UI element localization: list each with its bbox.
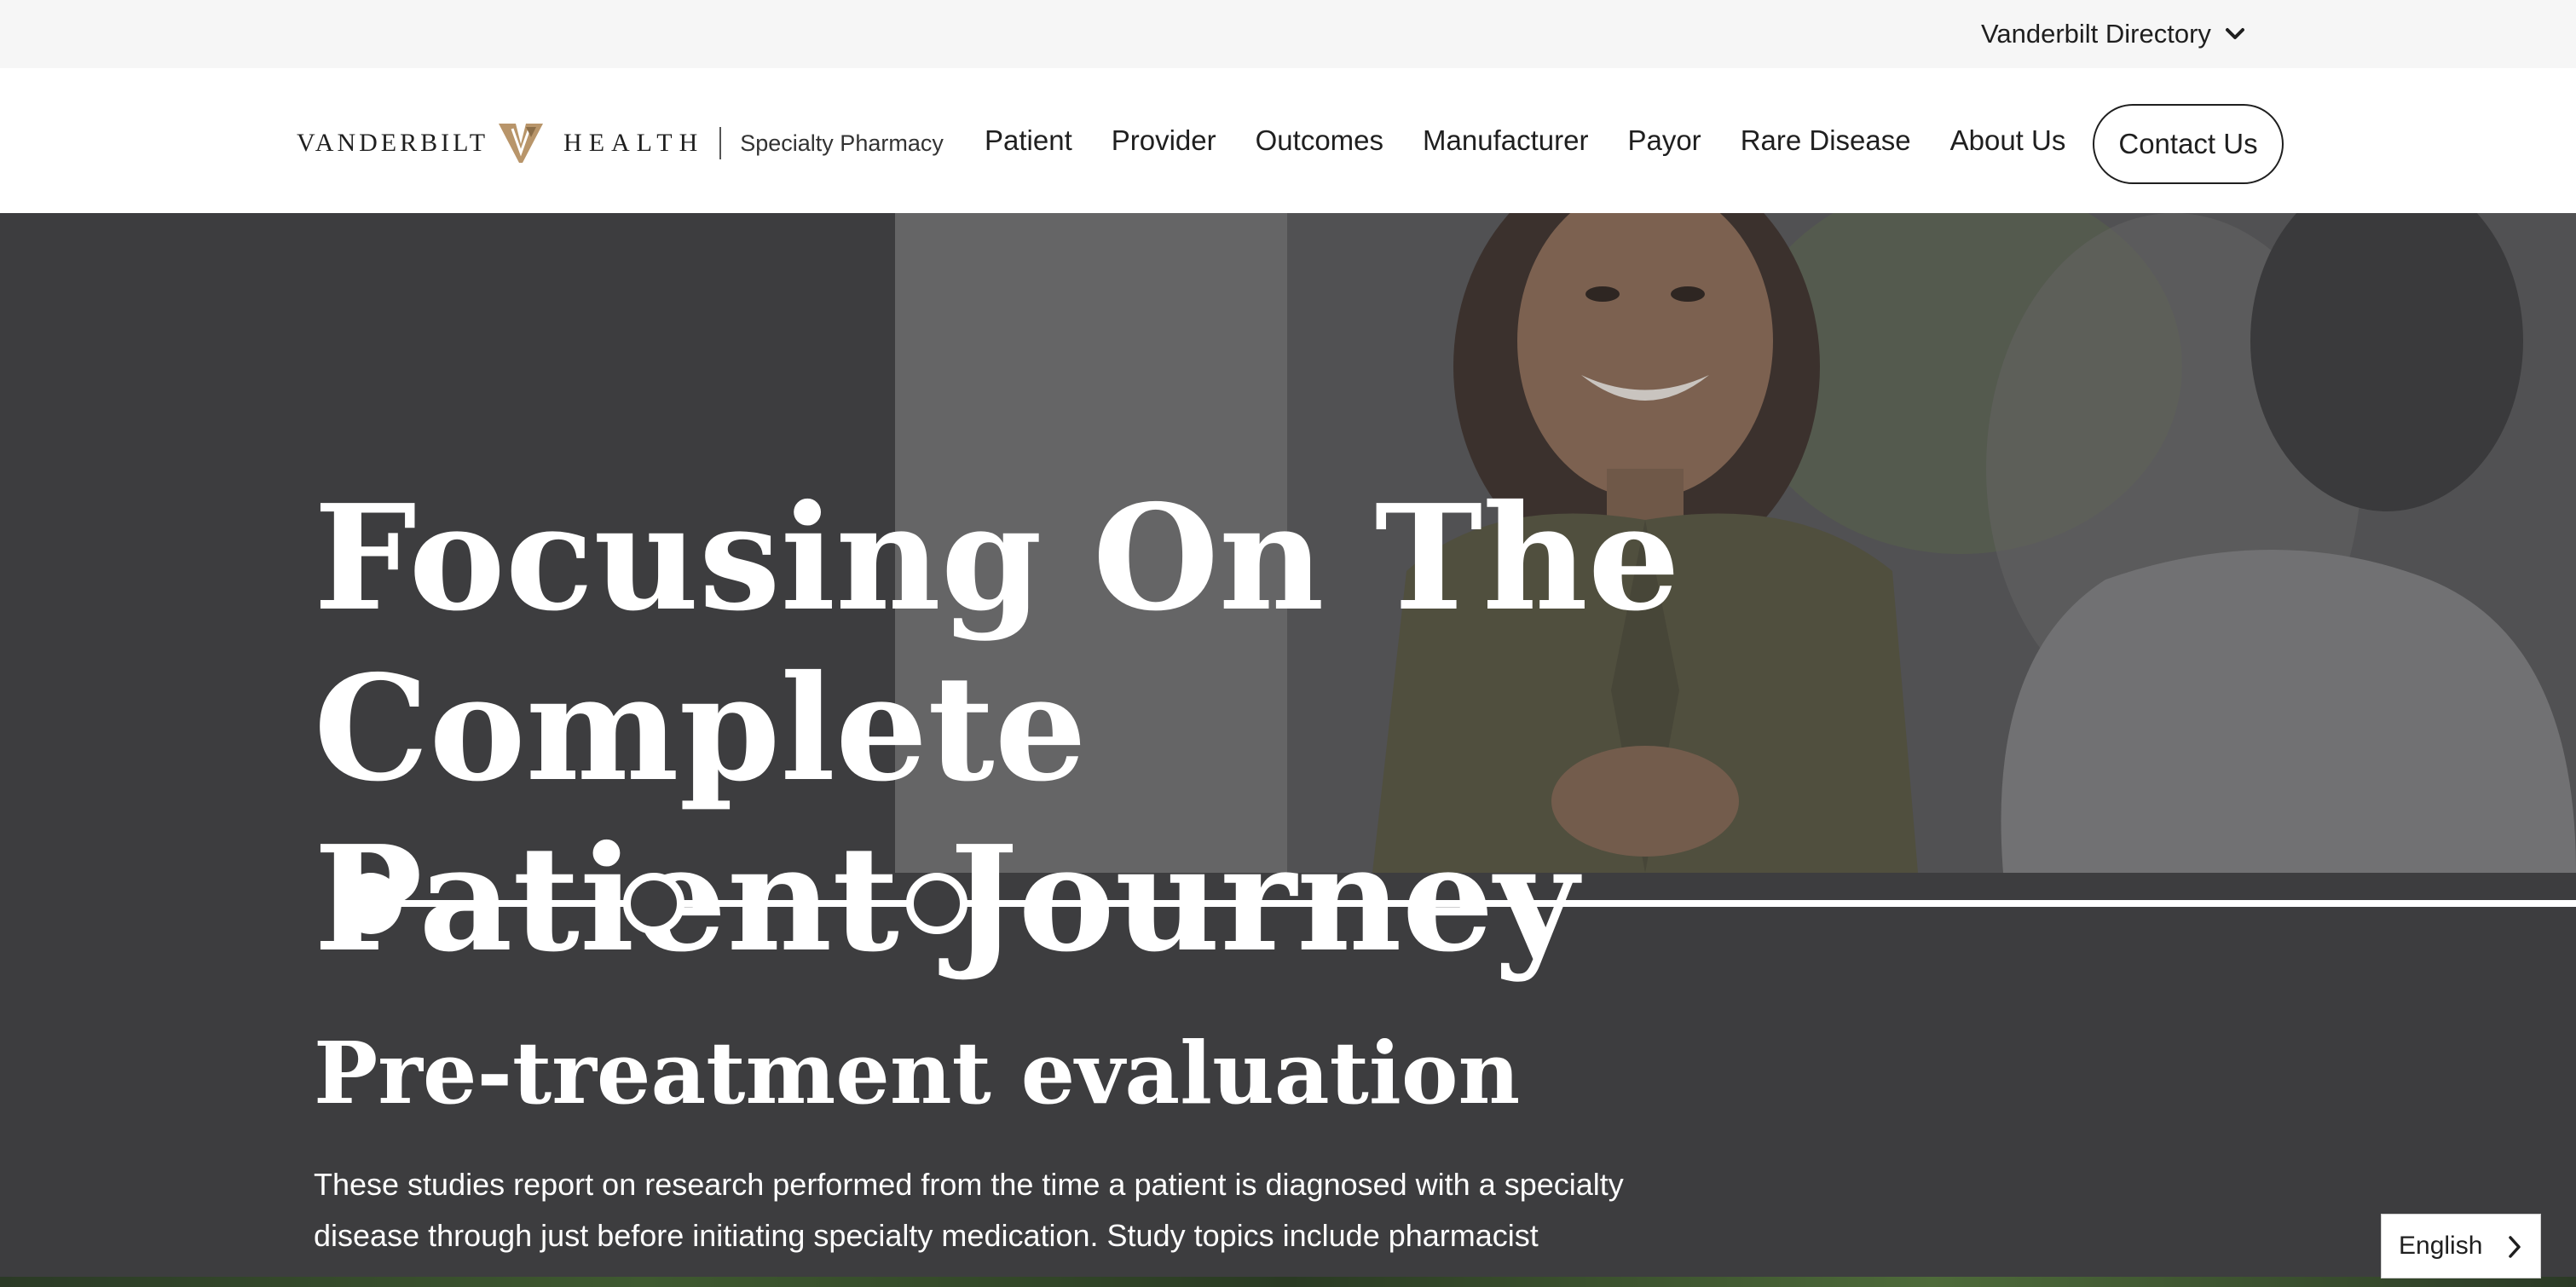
timeline-step-2[interactable] [623,873,684,934]
language-label: English [2399,1232,2483,1260]
vanderbilt-v-logo-icon [499,124,544,163]
language-selector[interactable]: English [2381,1214,2541,1278]
vanderbilt-health-logo[interactable]: VANDERBILT HEALTH Specialty Pharmacy [297,121,944,165]
logo-word-health: HEALTH [563,129,705,157]
hero-title: Focusing On The Complete Patient Journey [314,473,2274,984]
timeline-step-1[interactable] [340,873,401,934]
nav-item-rare-disease[interactable]: Rare Disease [1741,124,1911,157]
nav-item-payor[interactable]: Payor [1627,124,1701,157]
nav-item-manufacturer[interactable]: Manufacturer [1423,124,1588,157]
timeline-track [372,900,2576,907]
bottom-image-strip [0,1277,2576,1287]
logo-divider [719,127,722,159]
nav-item-patient[interactable]: Patient [985,124,1072,157]
site-header: VANDERBILT HEALTH Specialty Pharmacy Pat… [0,68,2576,213]
hero-title-line-1: Focusing On The Complete [314,473,1680,814]
nav-item-provider[interactable]: Provider [1112,124,1216,157]
timeline-step-3[interactable] [906,873,967,934]
nav-item-about-us[interactable]: About Us [1950,124,2066,157]
section-title: Pre-treatment evaluation [314,1023,1521,1123]
nav-item-outcomes[interactable]: Outcomes [1256,124,1383,157]
hero-section: Focusing On The Complete Patient Journey… [0,213,2576,1287]
hero-title-line-2: Patient Journey [314,814,1579,984]
chevron-right-icon [2509,1236,2521,1258]
contact-us-button[interactable]: Contact Us [2093,104,2284,184]
vanderbilt-directory-dropdown[interactable]: Vanderbilt Directory [1981,15,2245,53]
chevron-down-icon [2225,28,2244,39]
logo-word-vanderbilt: VANDERBILT [297,129,489,157]
logo-subtitle: Specialty Pharmacy [740,130,944,156]
section-body: These studies report on research perform… [314,1167,1624,1253]
main-nav: Patient Provider Outcomes Manufacturer P… [985,124,2065,157]
utility-bar: Vanderbilt Directory [0,0,2576,68]
directory-label: Vanderbilt Directory [1981,19,2211,49]
